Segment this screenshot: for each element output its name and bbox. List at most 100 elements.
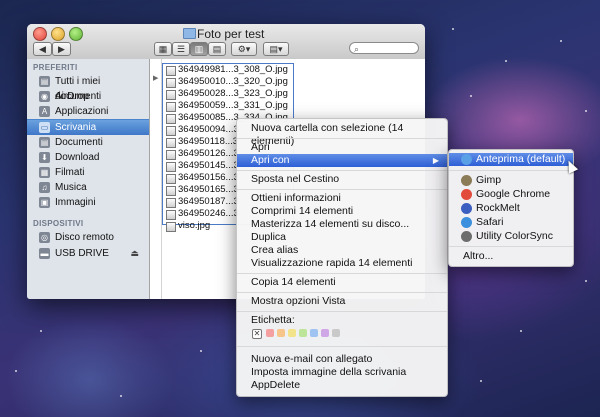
file-name: 364949981...3_308_O.jpg [178, 64, 288, 75]
image-file-icon [166, 66, 176, 76]
window-title: Foto per test [197, 27, 265, 41]
back-icon: ◀ [39, 44, 46, 54]
file-name: 364950165...3 [178, 184, 239, 195]
list-view-button[interactable]: ☰ [172, 42, 190, 56]
sidebar-item-pictures[interactable]: ▣ Immagini [27, 195, 149, 210]
chrome-icon [461, 189, 472, 200]
label-red-swatch[interactable] [266, 329, 274, 337]
pictures-icon: ▣ [39, 197, 50, 208]
file-name: 364950145...3 [178, 160, 239, 171]
sidebar-item-usb-drive[interactable]: ▬ USB DRIVE ⏏ [27, 246, 149, 261]
menu-item-copy[interactable]: Copia 14 elementi [237, 276, 447, 289]
column-view-icon: ▥ [194, 44, 204, 54]
menu-item-duplicate[interactable]: Duplica [237, 231, 447, 244]
sidebar-item-label: Immagini [55, 197, 96, 208]
menu-item-label: Apri con [251, 154, 290, 166]
sidebar-item-label: Filmati [55, 167, 85, 178]
menu-item-compress[interactable]: Comprimi 14 elementi [237, 205, 447, 218]
submenu-item-colorsync-utility[interactable]: Utility ColorSync [449, 230, 573, 243]
open-with-submenu: Anteprima (default) Gimp Google Chrome R… [448, 149, 574, 267]
sidebar: PREFERITI ▤ Tutti i miei documenti ◉ Air… [27, 59, 150, 299]
sidebar-item-label: Documenti [55, 137, 103, 148]
file-name: 364950059...3_331_O.jpg [178, 100, 288, 111]
sidebar-item-label: AirDrop [55, 91, 89, 102]
submenu-item-gimp[interactable]: Gimp [449, 174, 573, 187]
label-green-swatch[interactable] [299, 329, 307, 337]
submenu-item-google-chrome[interactable]: Google Chrome [449, 188, 573, 201]
coverflow-view-button[interactable]: ▤ [208, 42, 226, 56]
submenu-item-label: RockMelt [476, 202, 520, 214]
submenu-item-rockmelt[interactable]: RockMelt [449, 202, 573, 215]
label-none-swatch[interactable]: ✕ [252, 329, 262, 339]
file-name: 364950094...3 [178, 124, 239, 135]
menu-separator [449, 170, 573, 171]
sidebar-item-airdrop[interactable]: ◉ AirDrop [27, 89, 149, 104]
menu-item-quick-look[interactable]: Visualizzazione rapida 14 elementi [237, 257, 447, 270]
menu-separator [449, 246, 573, 247]
sidebar-item-all-documents[interactable]: ▤ Tutti i miei documenti [27, 74, 149, 102]
submenu-item-label: Anteprima (default) [476, 153, 566, 165]
file-item[interactable]: 364949981...3_308_O.jpg [166, 64, 288, 76]
arrange-menu-button[interactable]: ▤▾ [263, 42, 289, 56]
menu-item-get-info[interactable]: Ottieni informazioni [237, 192, 447, 205]
menu-item-new-folder-with-selection[interactable]: Nuova cartella con selezione (14 element… [237, 122, 447, 147]
image-file-icon [166, 138, 176, 148]
menu-item-burn-to-disc[interactable]: Masterizza 14 elementi su disco... [237, 218, 447, 231]
colorsync-icon [461, 231, 472, 242]
preview-icon [461, 154, 472, 165]
zoom-window-button[interactable] [69, 27, 83, 41]
menu-item-label: Nuova e-mail con allegato [251, 353, 373, 365]
sidebar-item-remote-disc[interactable]: ◎ Disco remoto [27, 230, 149, 245]
menu-item-open-with[interactable]: Apri con ▶ [237, 154, 447, 167]
sidebar-item-download[interactable]: ⬇ Download [27, 150, 149, 165]
label-purple-swatch[interactable] [321, 329, 329, 337]
menu-separator [237, 292, 447, 293]
label-blue-swatch[interactable] [310, 329, 318, 337]
movies-icon: ▦ [39, 167, 50, 178]
menu-item-open[interactable]: Apri [237, 141, 447, 154]
menu-item-new-email-with-attachment[interactable]: Nuova e-mail con allegato [237, 353, 447, 366]
minimize-window-button[interactable] [51, 27, 65, 41]
menu-item-label: Imposta immagine della scrivania [251, 366, 407, 378]
menu-item-appdelete[interactable]: AppDelete [237, 379, 447, 392]
menu-item-label: Etichetta: [251, 314, 295, 326]
file-item[interactable]: 364950059...3_331_O.jpg [166, 100, 288, 112]
menu-separator [237, 138, 447, 139]
title-bar: Foto per test ◀ ▶ ▦ ☰ ▥ ▤ ⚙▾ ▤▾ ⌕ [27, 24, 425, 60]
label-orange-swatch[interactable] [277, 329, 285, 337]
forward-button[interactable]: ▶ [52, 42, 71, 56]
image-file-icon [166, 174, 176, 184]
sidebar-item-label: Download [55, 152, 100, 163]
menu-item-make-alias[interactable]: Crea alias [237, 244, 447, 257]
submenu-item-preview[interactable]: Anteprima (default) [449, 153, 573, 166]
submenu-item-label: Google Chrome [476, 188, 551, 200]
previous-column[interactable]: ▶ [150, 59, 162, 299]
sidebar-item-music[interactable]: ♫ Musica [27, 180, 149, 195]
file-name: 364950187...3 [178, 196, 239, 207]
label-yellow-swatch[interactable] [288, 329, 296, 337]
sidebar-item-documents[interactable]: ▤ Documenti [27, 135, 149, 150]
eject-icon[interactable]: ⏏ [130, 246, 139, 261]
sidebar-item-movies[interactable]: ▦ Filmati [27, 165, 149, 180]
menu-item-set-desktop-picture[interactable]: Imposta immagine della scrivania [237, 366, 447, 379]
submenu-item-other[interactable]: Altro... [449, 250, 573, 263]
back-button[interactable]: ◀ [33, 42, 52, 56]
file-item[interactable]: 364950010...3_320_O.jpg [166, 76, 288, 88]
image-file-icon [166, 90, 176, 100]
submenu-item-label: Altro... [463, 250, 494, 262]
action-menu-button[interactable]: ⚙▾ [231, 42, 257, 56]
sidebar-item-applications[interactable]: A Applicazioni [27, 104, 149, 119]
image-file-icon [166, 78, 176, 88]
close-window-button[interactable] [33, 27, 47, 41]
menu-item-label: Ottieni informazioni [251, 192, 341, 204]
label-gray-swatch[interactable] [332, 329, 340, 337]
sidebar-item-desktop[interactable]: ▭ Scrivania [27, 119, 149, 135]
usb-drive-icon: ▬ [39, 248, 50, 259]
menu-item-move-to-trash[interactable]: Sposta nel Cestino [237, 173, 447, 186]
file-item[interactable]: 364950028...3_323_O.jpg [166, 88, 288, 100]
submenu-item-safari[interactable]: Safari [449, 216, 573, 229]
menu-item-show-view-options[interactable]: Mostra opzioni Vista [237, 295, 447, 308]
icon-view-button[interactable]: ▦ [154, 42, 172, 56]
search-field[interactable]: ⌕ [349, 42, 419, 54]
column-view-button[interactable]: ▥ [190, 42, 208, 56]
